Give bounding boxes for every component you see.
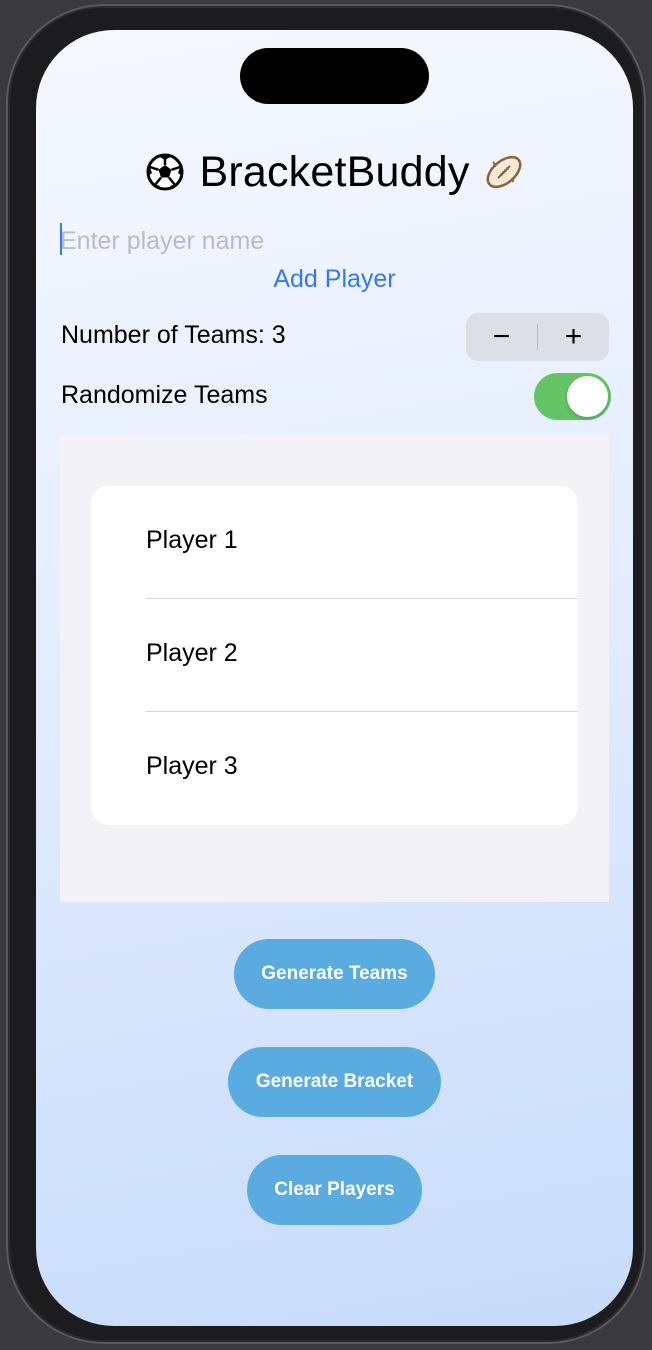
- app-title: BracketBuddy: [199, 147, 470, 196]
- clear-players-button[interactable]: Clear Players: [247, 1155, 422, 1225]
- generate-bracket-button[interactable]: Generate Bracket: [228, 1047, 441, 1117]
- list-item[interactable]: Player 3: [91, 712, 578, 825]
- toggle-knob: [567, 376, 608, 417]
- plus-icon: +: [564, 320, 583, 353]
- randomize-teams-label: Randomize Teams: [61, 381, 268, 409]
- title-row: BracketBuddy: [36, 142, 633, 202]
- list-item[interactable]: Player 1: [91, 486, 578, 599]
- add-player-button[interactable]: Add Player: [36, 265, 633, 294]
- increment-teams-button[interactable]: +: [538, 313, 609, 361]
- randomize-teams-toggle[interactable]: [534, 373, 611, 420]
- teams-stepper: − +: [466, 313, 609, 361]
- american-football-icon: [484, 152, 524, 192]
- dynamic-island: [240, 48, 429, 104]
- list-item[interactable]: Player 2: [91, 599, 578, 712]
- soccer-ball-icon: [145, 152, 185, 192]
- app-screen: BracketBuddy Add Player Number of Teams:…: [36, 30, 633, 1326]
- text-caret: [60, 223, 62, 255]
- player-name: Player 1: [146, 526, 238, 554]
- phone-frame: BracketBuddy Add Player Number of Teams:…: [6, 4, 646, 1344]
- player-name: Player 3: [146, 752, 238, 780]
- player-name-input[interactable]: [60, 220, 600, 262]
- minus-icon: −: [492, 320, 511, 353]
- player-name: Player 2: [146, 639, 238, 667]
- player-list: Player 1 Player 2 Player 3: [91, 486, 578, 825]
- player-list-container: Player 1 Player 2 Player 3: [60, 434, 609, 902]
- decrement-teams-button[interactable]: −: [466, 313, 537, 361]
- generate-teams-button[interactable]: Generate Teams: [234, 939, 435, 1009]
- number-of-teams-label: Number of Teams: 3: [61, 321, 286, 349]
